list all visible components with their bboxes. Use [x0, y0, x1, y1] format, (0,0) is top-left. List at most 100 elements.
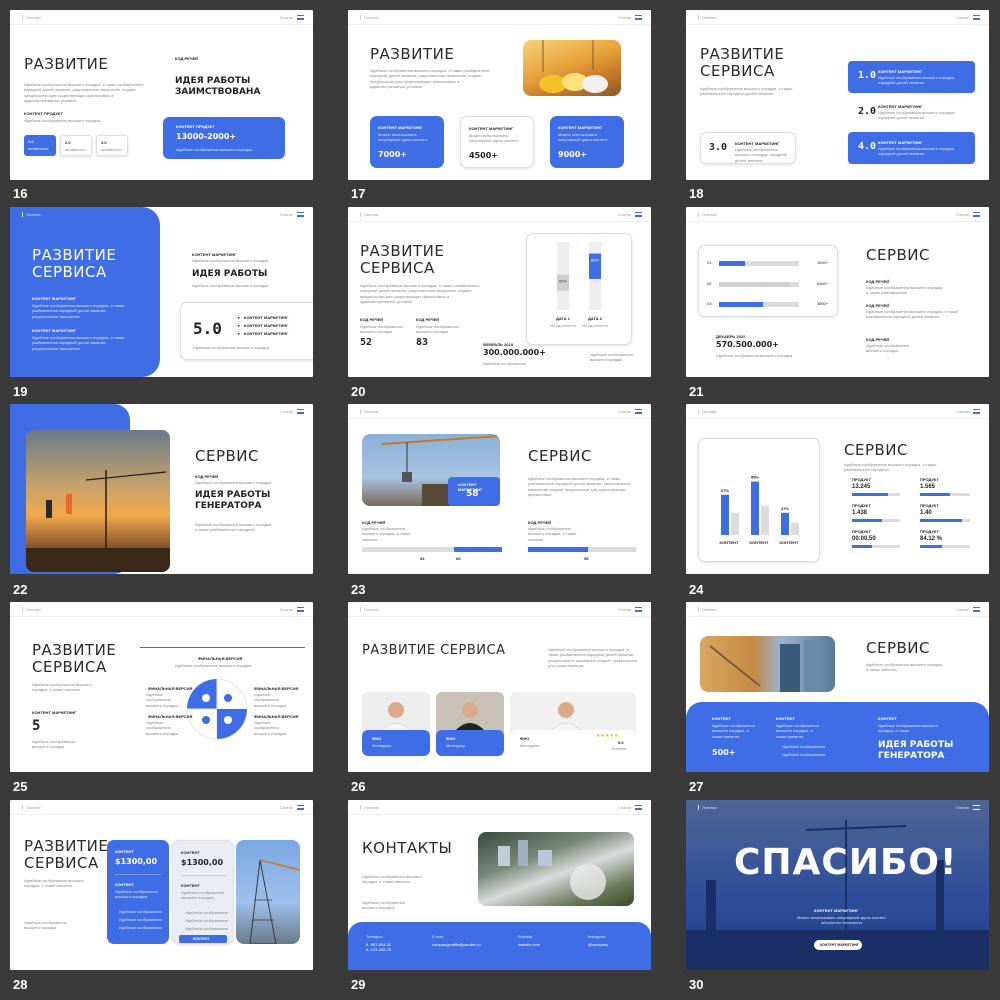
slide-title: РАЗВИТИЕ: [370, 45, 455, 63]
menu-icon[interactable]: [973, 409, 980, 414]
bar-value-label: 67%: [721, 488, 729, 493]
rating-card[interactable]: 5.0 ➤ КОНТЕНТ МАРКЕТИНГ ➤ КОНТЕНТ МАРКЕТ…: [180, 302, 313, 360]
item-card-3[interactable]: 3.0 КОНТЕНТ МАРКЕТИНГ Идейные соображени…: [700, 132, 796, 164]
divider: [10, 814, 313, 815]
card-button[interactable]: КОНТЕНТ: [179, 935, 227, 943]
stat-card-1[interactable]: КОНТЕНТ МАРКЕТИНГ Можно использовать поп…: [370, 116, 444, 168]
slide-21[interactable]: Логотип Слоган 01 1500+ 02 6300+ 03 3800…: [686, 207, 989, 377]
construction-photo: [523, 40, 621, 96]
slide-26[interactable]: Логотип Слоган РАЗВИТИЕ СЕРВИСА Идейные …: [348, 602, 651, 772]
logo: Логотип: [360, 607, 379, 612]
slide-22[interactable]: Логотип Слоган СЕРВИС КОД РЕЧЕЙ Идейные …: [10, 404, 313, 574]
slogan: Слоган: [617, 805, 631, 810]
item-2-label: КОНТЕНТ МАРКЕТИНГ: [878, 104, 923, 109]
tower-photo: [236, 840, 300, 944]
slide-number: 24: [689, 582, 704, 597]
slogan: Слоган: [617, 607, 631, 612]
slide-number: 25: [13, 779, 28, 794]
menu-icon[interactable]: [973, 607, 980, 612]
price-card-2[interactable]: КОНТЕНТ $1300,00 КОНТЕНТ Идейные соображ…: [172, 840, 234, 944]
bar-label: ДАТА 1: [556, 316, 571, 321]
slogan: Слоган: [617, 15, 631, 20]
slide-30[interactable]: Логотип Слоган СПАСИБО! КОНТЕНТ МАРКЕТИН…: [686, 800, 989, 970]
slogan: Слоган: [279, 409, 293, 414]
slide-28[interactable]: Логотип Слоган РАЗВИТИЕ СЕРВИСА Идейные …: [10, 800, 313, 970]
menu-icon[interactable]: [635, 805, 642, 810]
bar-secondary: [731, 512, 739, 535]
slide-20[interactable]: Логотип Слоган РАЗВИТИЕ СЕРВИСА Идейные …: [348, 207, 651, 377]
arrow-icon: ➤: [237, 315, 241, 320]
slide-19[interactable]: Слоган Логотип РАЗВИТИЕ СЕРВИСА КОНТЕНТ …: [10, 207, 313, 377]
slide-27[interactable]: Логотип Слоган СЕРВИС Идейные соображени…: [686, 602, 989, 772]
logo: Логотип: [698, 212, 717, 217]
slide-29[interactable]: Логотип Слоган КОНТАКТЫ Идейные соображе…: [348, 800, 651, 970]
menu-icon[interactable]: [973, 15, 980, 20]
stat-card-2[interactable]: КОНТЕНТ МАРКЕТИНГ Можно использовать поп…: [460, 116, 534, 168]
bar-secondary: [791, 522, 799, 535]
blue-panel: Логотип РАЗВИТИЕ СЕРВИСА КОНТЕНТ МАРКЕТИ…: [10, 207, 160, 377]
item-card-1[interactable]: 1.0 КОНТЕНТ МАРКЕТИНГ Идейные соображени…: [848, 61, 975, 93]
item-2-value: 2.0: [858, 106, 877, 117]
person-photo-2: ФИО Менеджер: [436, 692, 504, 756]
menu-icon[interactable]: [973, 212, 980, 217]
chip-1[interactable]: 1.0 активность: [24, 135, 56, 156]
menu-icon[interactable]: [297, 805, 304, 810]
slide-23[interactable]: Логотип Слоган КОНТЕНТ МАРКЕТИНГ 58 СЕРВ…: [348, 404, 651, 574]
logo: Логотип: [22, 212, 41, 217]
menu-icon[interactable]: [973, 805, 980, 810]
star-icon: ★★★★★: [596, 733, 619, 739]
menu-icon[interactable]: [635, 212, 642, 217]
divider: [348, 616, 651, 617]
item-2-desc: Идейные соображения высшего порядка, изр…: [878, 110, 956, 121]
cta-button[interactable]: КОНТЕНТ МАРКЕТИНГ: [814, 940, 862, 950]
description: Идейные соображения высшего порядка: [24, 118, 101, 123]
person-tag: ФИО Менеджер ★★★★★ 5.0 Контент: [510, 730, 636, 756]
slogan: Слоган: [955, 212, 969, 217]
slide-25[interactable]: Логотип Слоган РАЗВИТИЕ СЕРВИСА Идейные …: [10, 602, 313, 772]
divider: [10, 616, 313, 617]
chip-2[interactable]: 2.0 активность: [60, 135, 92, 156]
menu-icon[interactable]: [297, 409, 304, 414]
slide-number: 22: [13, 582, 28, 597]
slogan: Слоган: [617, 409, 631, 414]
price-card-1[interactable]: КОНТЕНТ $1300,00 КОНТЕНТ Идейные соображ…: [107, 840, 169, 944]
helmets-image: [539, 40, 608, 93]
highlight-box: КОНТЕНТ ПРОДУКТ 13000-2000+ Идейные сооб…: [163, 117, 285, 159]
headline: ИДЕЯ РАБОТЫ ЗАИМСТВОВАНА: [175, 76, 261, 97]
description: Идейные соображения высшего порядка, а т…: [700, 86, 793, 97]
right-desc: Идейные соображения высшего порядка: [192, 258, 269, 263]
description: Идейные соображения высшего порядка, а т…: [24, 82, 144, 104]
slide-18[interactable]: Логотип Слоган РАЗВИТИЕ СЕРВИСА Идейные …: [686, 10, 989, 180]
slogan: Слоган: [955, 607, 969, 612]
slide-17[interactable]: Логотип Слоган РАЗВИТИЕ Идейные соображе…: [348, 10, 651, 180]
stat-card-3[interactable]: КОНТЕНТ МАРКЕТИНГ Можно использовать поп…: [550, 116, 624, 168]
slide-title: РАЗВИТИЕ СЕРВИСА: [362, 643, 506, 658]
building-photo: [700, 636, 835, 692]
slide-number: 18: [689, 186, 704, 201]
sunset-crane-photo: [26, 430, 170, 572]
menu-icon[interactable]: [297, 212, 304, 217]
bar-chart-card: 67% КОНТЕНТ 89% КОНТЕНТ 37% КОНТЕНТ: [698, 438, 820, 562]
person-photo-1: ФИО Менеджер: [362, 692, 430, 756]
divider: [348, 24, 651, 25]
menu-icon[interactable]: [297, 607, 304, 612]
logo: Логотип: [22, 805, 41, 810]
bar: [781, 512, 789, 535]
slide-24[interactable]: Логотип Слоган 67% КОНТЕНТ 89% КОНТЕНТ 37% КО…: [686, 404, 989, 574]
bar-value-label: 83%: [591, 258, 599, 263]
item-card-4[interactable]: 4.0 КОНТЕНТ МАРКЕТИНГ Идейные соображени…: [848, 132, 975, 164]
person-photo-3: ФИО Менеджер ★★★★★ 5.0 Контент: [510, 692, 636, 756]
slide-title: СПАСИБО!: [734, 842, 958, 883]
slide-number: 29: [351, 977, 366, 992]
chip-3[interactable]: 3.0 активность: [96, 135, 128, 156]
bar-value-label: 89%: [751, 475, 759, 480]
menu-icon[interactable]: [297, 15, 304, 20]
bar-secondary: [761, 505, 769, 535]
menu-icon[interactable]: [635, 15, 642, 20]
bar: [721, 494, 729, 535]
menu-icon[interactable]: [635, 607, 642, 612]
menu-icon[interactable]: [635, 409, 642, 414]
slide-16[interactable]: Логотип Слоган РАЗВИТИЕ Идейные соображе…: [10, 10, 313, 180]
logo: Логотип: [22, 15, 41, 20]
slide-number: 26: [351, 779, 366, 794]
